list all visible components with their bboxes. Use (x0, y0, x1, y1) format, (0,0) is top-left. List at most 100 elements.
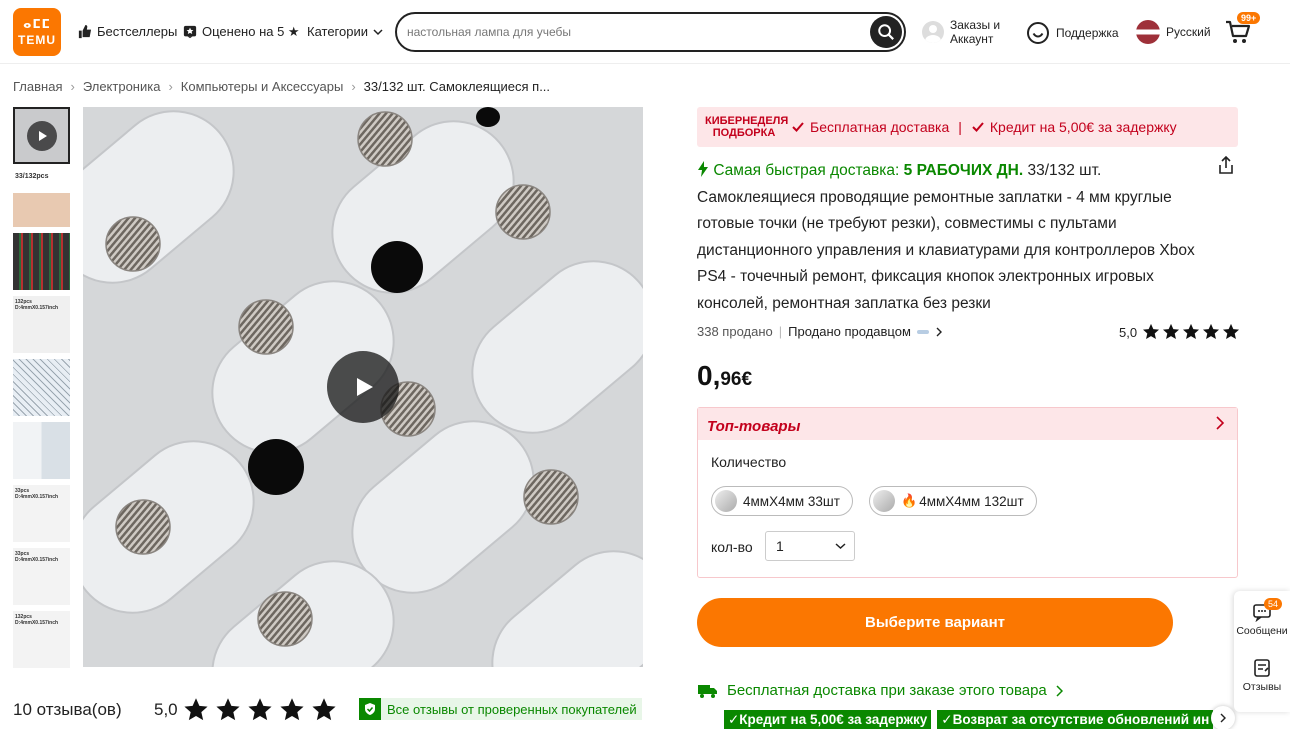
refund-tag: ✓Возврат за отсутствие обновлений ин (937, 710, 1214, 729)
variant-thumbnail (715, 490, 737, 512)
thumbnail-label: 132pcs D:4mmX0.157inch (15, 299, 59, 311)
breadcrumb-item[interactable]: Электроника (83, 79, 161, 94)
reviews-score: 5,0 (154, 697, 338, 723)
video-play-button[interactable] (327, 351, 399, 423)
product-rating[interactable]: 5,0 (1119, 323, 1240, 341)
check-icon (792, 122, 804, 132)
thumbnail-video[interactable] (13, 107, 70, 164)
seller-link[interactable]: Продано продавцом (788, 324, 911, 339)
shield-icon (359, 698, 381, 720)
star-icon (1163, 323, 1180, 340)
search-input[interactable] (407, 22, 857, 42)
nav-bestsellers-label: Бестселлеры (97, 24, 178, 39)
breadcrumb-separator: › (168, 79, 173, 94)
breadcrumb-item[interactable]: Главная (13, 79, 62, 94)
thumbnail[interactable] (13, 233, 70, 290)
logo-glyphs: ⴰⵎⵎ (23, 17, 51, 31)
price-fraction: 96€ (720, 369, 753, 390)
quantity-select[interactable]: 1 (765, 531, 855, 561)
account-menu[interactable]: Заказы и Аккаунт (922, 18, 1000, 46)
thumbnail[interactable]: 132pcs D:4mmX0.157inch (13, 611, 70, 668)
sold-divider: | (778, 324, 783, 339)
free-shipping-link[interactable]: Бесплатная доставка при заказе этого тов… (697, 682, 1063, 699)
promo-banner: КИБЕРНЕДЕЛЯ ПОДБОРКА Бесплатная доставка… (697, 107, 1238, 147)
side-widget: Сообщени 54 Отзывы (1234, 591, 1290, 712)
header: ⴰⵎⵎ TEMU Бестселлеры Оценено на 5 ★ Кате… (0, 0, 1290, 64)
product-main-image[interactable] (83, 107, 643, 667)
tags-scroll-right-button[interactable] (1211, 706, 1235, 729)
promo-free-shipping: Бесплатная доставка (791, 119, 949, 135)
verified-reviews-badge: Все отзывы от проверенных покупателей (359, 698, 642, 720)
product-title: 33/132 шт. Самоклеящиеся проводящие ремо… (697, 162, 1195, 312)
promo-divider: | (958, 119, 962, 135)
chevron-down-icon (373, 28, 383, 35)
cart-button[interactable]: 99+ (1224, 12, 1261, 51)
language-selector[interactable]: Русский (1136, 20, 1211, 44)
reviews-score-value: 5,0 (154, 700, 178, 719)
thumbnail-label: 33/132pcs (15, 173, 49, 180)
promo-free-shipping-label: Бесплатная доставка (810, 119, 950, 135)
variant-label: 4ммX4мм 132шт (919, 493, 1024, 509)
search-button[interactable] (870, 16, 902, 48)
thumbnail[interactable] (13, 359, 70, 416)
language-label: Русский (1166, 25, 1211, 39)
star-icon (312, 698, 336, 721)
temu-logo[interactable]: ⴰⵎⵎ TEMU (13, 8, 61, 56)
breadcrumb-item[interactable]: Компьютеры и Аксессуары (181, 79, 344, 94)
cyber-week-tag: КИБЕРНЕДЕЛЯ ПОДБОРКА (705, 115, 789, 139)
messages-count-badge: 54 (1264, 598, 1283, 610)
promo-credit: Кредит на 5,00€ за задержку (971, 119, 1177, 135)
star-icon (1143, 323, 1160, 340)
thumbnail[interactable] (13, 422, 70, 479)
nav-rated5[interactable]: Оценено на 5 ★ (183, 24, 300, 40)
thumbnail-label: 33pcs D:4mmX0.157inch (15, 551, 59, 563)
logo-text: TEMU (18, 33, 56, 47)
credit-tag: ✓Кредит на 5,00€ за задержку (724, 710, 932, 729)
support-link[interactable]: Поддержка (1026, 21, 1119, 45)
thumbnail[interactable]: 132pcs D:4mmX0.157inch (13, 296, 70, 353)
breadcrumb-separator: › (70, 79, 75, 94)
truck-icon (698, 684, 717, 698)
latvia-flag-icon (1136, 20, 1160, 44)
seller-badge-icon (916, 329, 929, 334)
thumbnail-strip: 33/132pcs 132pcs D:4mmX0.157inch 33pcs D… (13, 107, 70, 674)
share-button[interactable] (1216, 155, 1236, 180)
thumbnail[interactable]: 33pcs D:4mmX0.157inch (13, 485, 70, 542)
chevron-right-icon (1220, 713, 1226, 723)
thumbnail-label: 132pcs D:4mmX0.157inch (15, 614, 59, 626)
review-icon (1254, 659, 1270, 677)
variant-option-33[interactable]: 4ммX4мм 33шт (711, 486, 853, 516)
search-bar (395, 12, 906, 52)
product-title-block: Самая быстрая доставка: 5 РАБОЧИХ ДН. 33… (697, 158, 1197, 318)
check-icon (972, 122, 984, 132)
account-line1: Заказы и (950, 18, 1001, 32)
reviews-button[interactable]: Отзывы (1234, 658, 1290, 693)
choose-variant-button[interactable]: Выберите вариант (697, 598, 1173, 647)
messages-button[interactable]: Сообщени (1234, 602, 1290, 637)
support-label: Поддержка (1056, 26, 1119, 40)
star-badge-icon (183, 25, 197, 39)
nav-categories[interactable]: Категории (307, 24, 383, 39)
star-icon (1203, 323, 1220, 340)
quantity-label: Количество (711, 454, 787, 470)
thumbnail[interactable]: 33pcs D:4mmX0.157inch (13, 548, 70, 605)
variant-thumbnail (873, 490, 895, 512)
top-products-bar[interactable]: Топ-товары (698, 408, 1237, 440)
reviews-count: 10 отзыва(ов) (13, 700, 122, 719)
avatar-icon (922, 21, 944, 43)
search-icon (878, 24, 894, 40)
star-icon (184, 698, 208, 721)
thumbnail[interactable]: 33/132pcs (13, 170, 70, 227)
share-icon (1219, 155, 1233, 174)
breadcrumb-current: 33/132 шт. Самоклеящиеся п... (363, 79, 551, 94)
variant-option-132[interactable]: 🔥 4ммX4мм 132шт (869, 486, 1037, 516)
nav-bestsellers[interactable]: Бестселлеры (77, 24, 177, 39)
chevron-right-icon (936, 327, 942, 336)
play-icon (27, 121, 57, 151)
flame-icon: 🔥 (901, 493, 918, 508)
verified-reviews-label: Все отзывы от проверенных покупателей (387, 701, 637, 717)
star-icon (1223, 323, 1240, 340)
price-integer: 0, (697, 360, 721, 391)
support-chat-icon (1027, 22, 1049, 44)
options-box: Топ-товары Количество 4ммX4мм 33шт 🔥 4мм… (697, 407, 1238, 578)
